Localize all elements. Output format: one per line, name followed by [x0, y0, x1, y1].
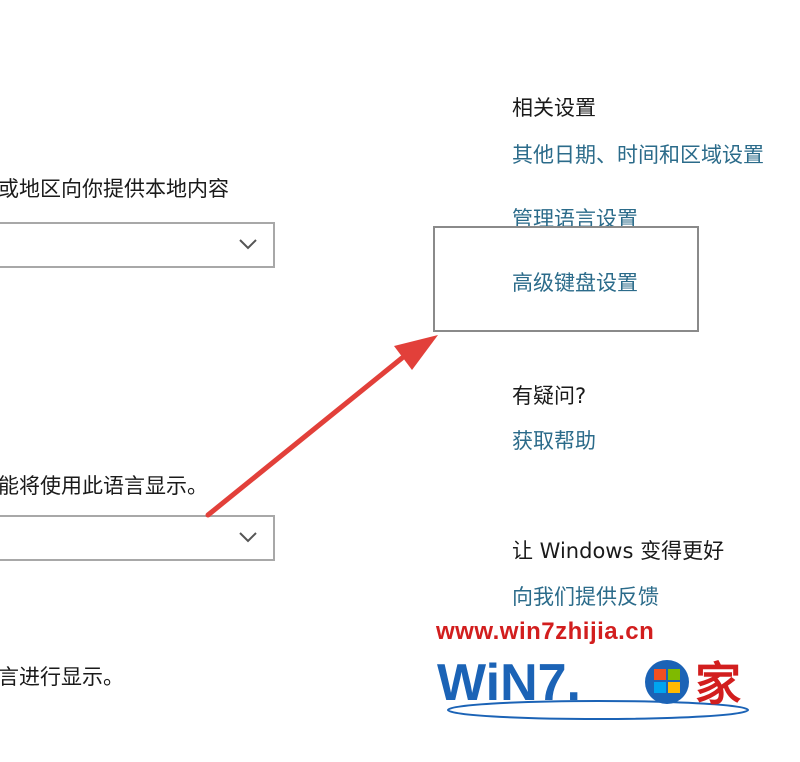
watermark-logo-text: WiN7. [437, 654, 581, 712]
watermark-logo: WiN7. 家 [437, 654, 749, 720]
watermark-url: www.win7zhijia.cn [436, 618, 655, 645]
windows-flag-icon [645, 660, 689, 704]
watermark-logo-char: 家 [695, 657, 741, 711]
